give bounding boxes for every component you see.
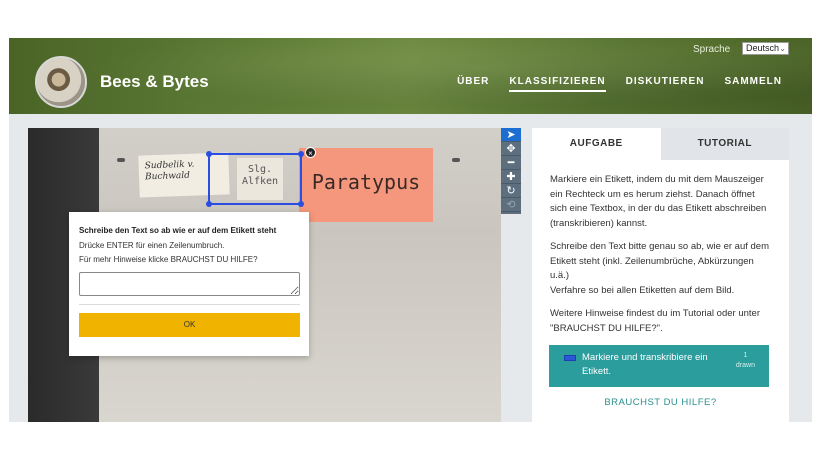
bee-logo[interactable] <box>35 56 87 108</box>
tab-tutorial[interactable]: TUTORIAL <box>660 128 789 160</box>
site-title[interactable]: Bees & Bytes <box>100 72 209 92</box>
reset-icon[interactable]: ⟲ <box>501 198 521 212</box>
pin-icon <box>452 158 460 162</box>
help-link[interactable]: BRAUCHST DU HILFE? <box>550 397 771 408</box>
instruction-paragraph: Schreibe den Text bitte genau so ab, wie… <box>550 241 769 281</box>
language-select[interactable]: Deutsch ⌄ <box>742 42 789 55</box>
zoom-in-icon[interactable]: ✚ <box>501 170 521 184</box>
drawn-count: 1 <box>743 352 748 359</box>
pointer-icon[interactable]: ➤ <box>501 128 521 142</box>
drawn-counter: 1 drawn <box>736 351 755 371</box>
resize-handle[interactable] <box>206 151 212 157</box>
transcription-dialog: Schreibe den Text so ab wie er auf dem E… <box>69 212 309 356</box>
language-label: Sprache <box>693 44 731 55</box>
instruction-paragraph: Weitere Hinweise findest du im Tutorial … <box>550 308 760 334</box>
main-nav: ÜBER KLASSIFIZIEREN DISKUTIEREN SAMMELN <box>457 76 782 92</box>
nav-item-ueber[interactable]: ÜBER <box>457 76 489 92</box>
move-icon[interactable]: ✥ <box>501 142 521 156</box>
panel-body: Markiere ein Etikett, indem du mit dem M… <box>532 160 789 408</box>
nav-item-sammeln[interactable]: SAMMELN <box>724 76 782 92</box>
resize-handle[interactable] <box>298 201 304 207</box>
zoom-out-icon[interactable]: ━ <box>501 156 521 170</box>
resize-handle[interactable] <box>206 201 212 207</box>
selection-rectangle[interactable] <box>206 151 304 207</box>
transcription-input[interactable] <box>79 272 300 296</box>
instruction-paragraph: Verfahre so bei allen Etiketten auf dem … <box>550 284 735 296</box>
nav-item-diskutieren[interactable]: DISKUTIEREN <box>626 76 705 92</box>
pin-icon <box>117 158 125 162</box>
drawn-count-label: drawn <box>735 362 755 369</box>
close-icon[interactable]: × <box>305 147 316 158</box>
site-header: Bees & Bytes Sprache Deutsch ⌄ ÜBER KLAS… <box>9 38 812 114</box>
task-panel: AUFGABE TUTORIAL Markiere ein Etikett, i… <box>532 128 789 422</box>
tab-aufgabe[interactable]: AUFGABE <box>532 128 661 160</box>
resize-handle[interactable] <box>298 151 304 157</box>
nav-item-klassifizieren[interactable]: KLASSIFIZIEREN <box>509 76 606 92</box>
dialog-divider <box>79 304 300 305</box>
task-tool-label: Markiere und transkribiere ein Etikett. <box>582 352 708 377</box>
task-tool-button[interactable]: Markiere und transkribiere ein Etikett. … <box>549 345 769 387</box>
app-frame: Bees & Bytes Sprache Deutsch ⌄ ÜBER KLAS… <box>9 38 812 422</box>
language-select-value: Deutsch <box>746 43 780 53</box>
panel-tabs: AUFGABE TUTORIAL <box>532 128 789 160</box>
dialog-title: Schreibe den Text so ab wie er auf dem E… <box>79 226 277 235</box>
chevron-down-icon: ⌄ <box>779 44 786 53</box>
viewer-toolbar: ➤ ✥ ━ ✚ ↻ ⟲ <box>501 128 521 214</box>
dialog-hint-enter: Drücke ENTER für einen Zeilenumbruch. <box>79 241 225 250</box>
dialog-hint-help: Für mehr Hinweise klicke BRAUCHST DU HIL… <box>79 255 258 264</box>
rotate-icon[interactable]: ↻ <box>501 184 521 198</box>
ok-button[interactable]: OK <box>79 313 300 337</box>
instruction-paragraph: Markiere ein Etikett, indem du mit dem M… <box>550 174 767 229</box>
rectangle-tool-icon <box>564 355 576 361</box>
